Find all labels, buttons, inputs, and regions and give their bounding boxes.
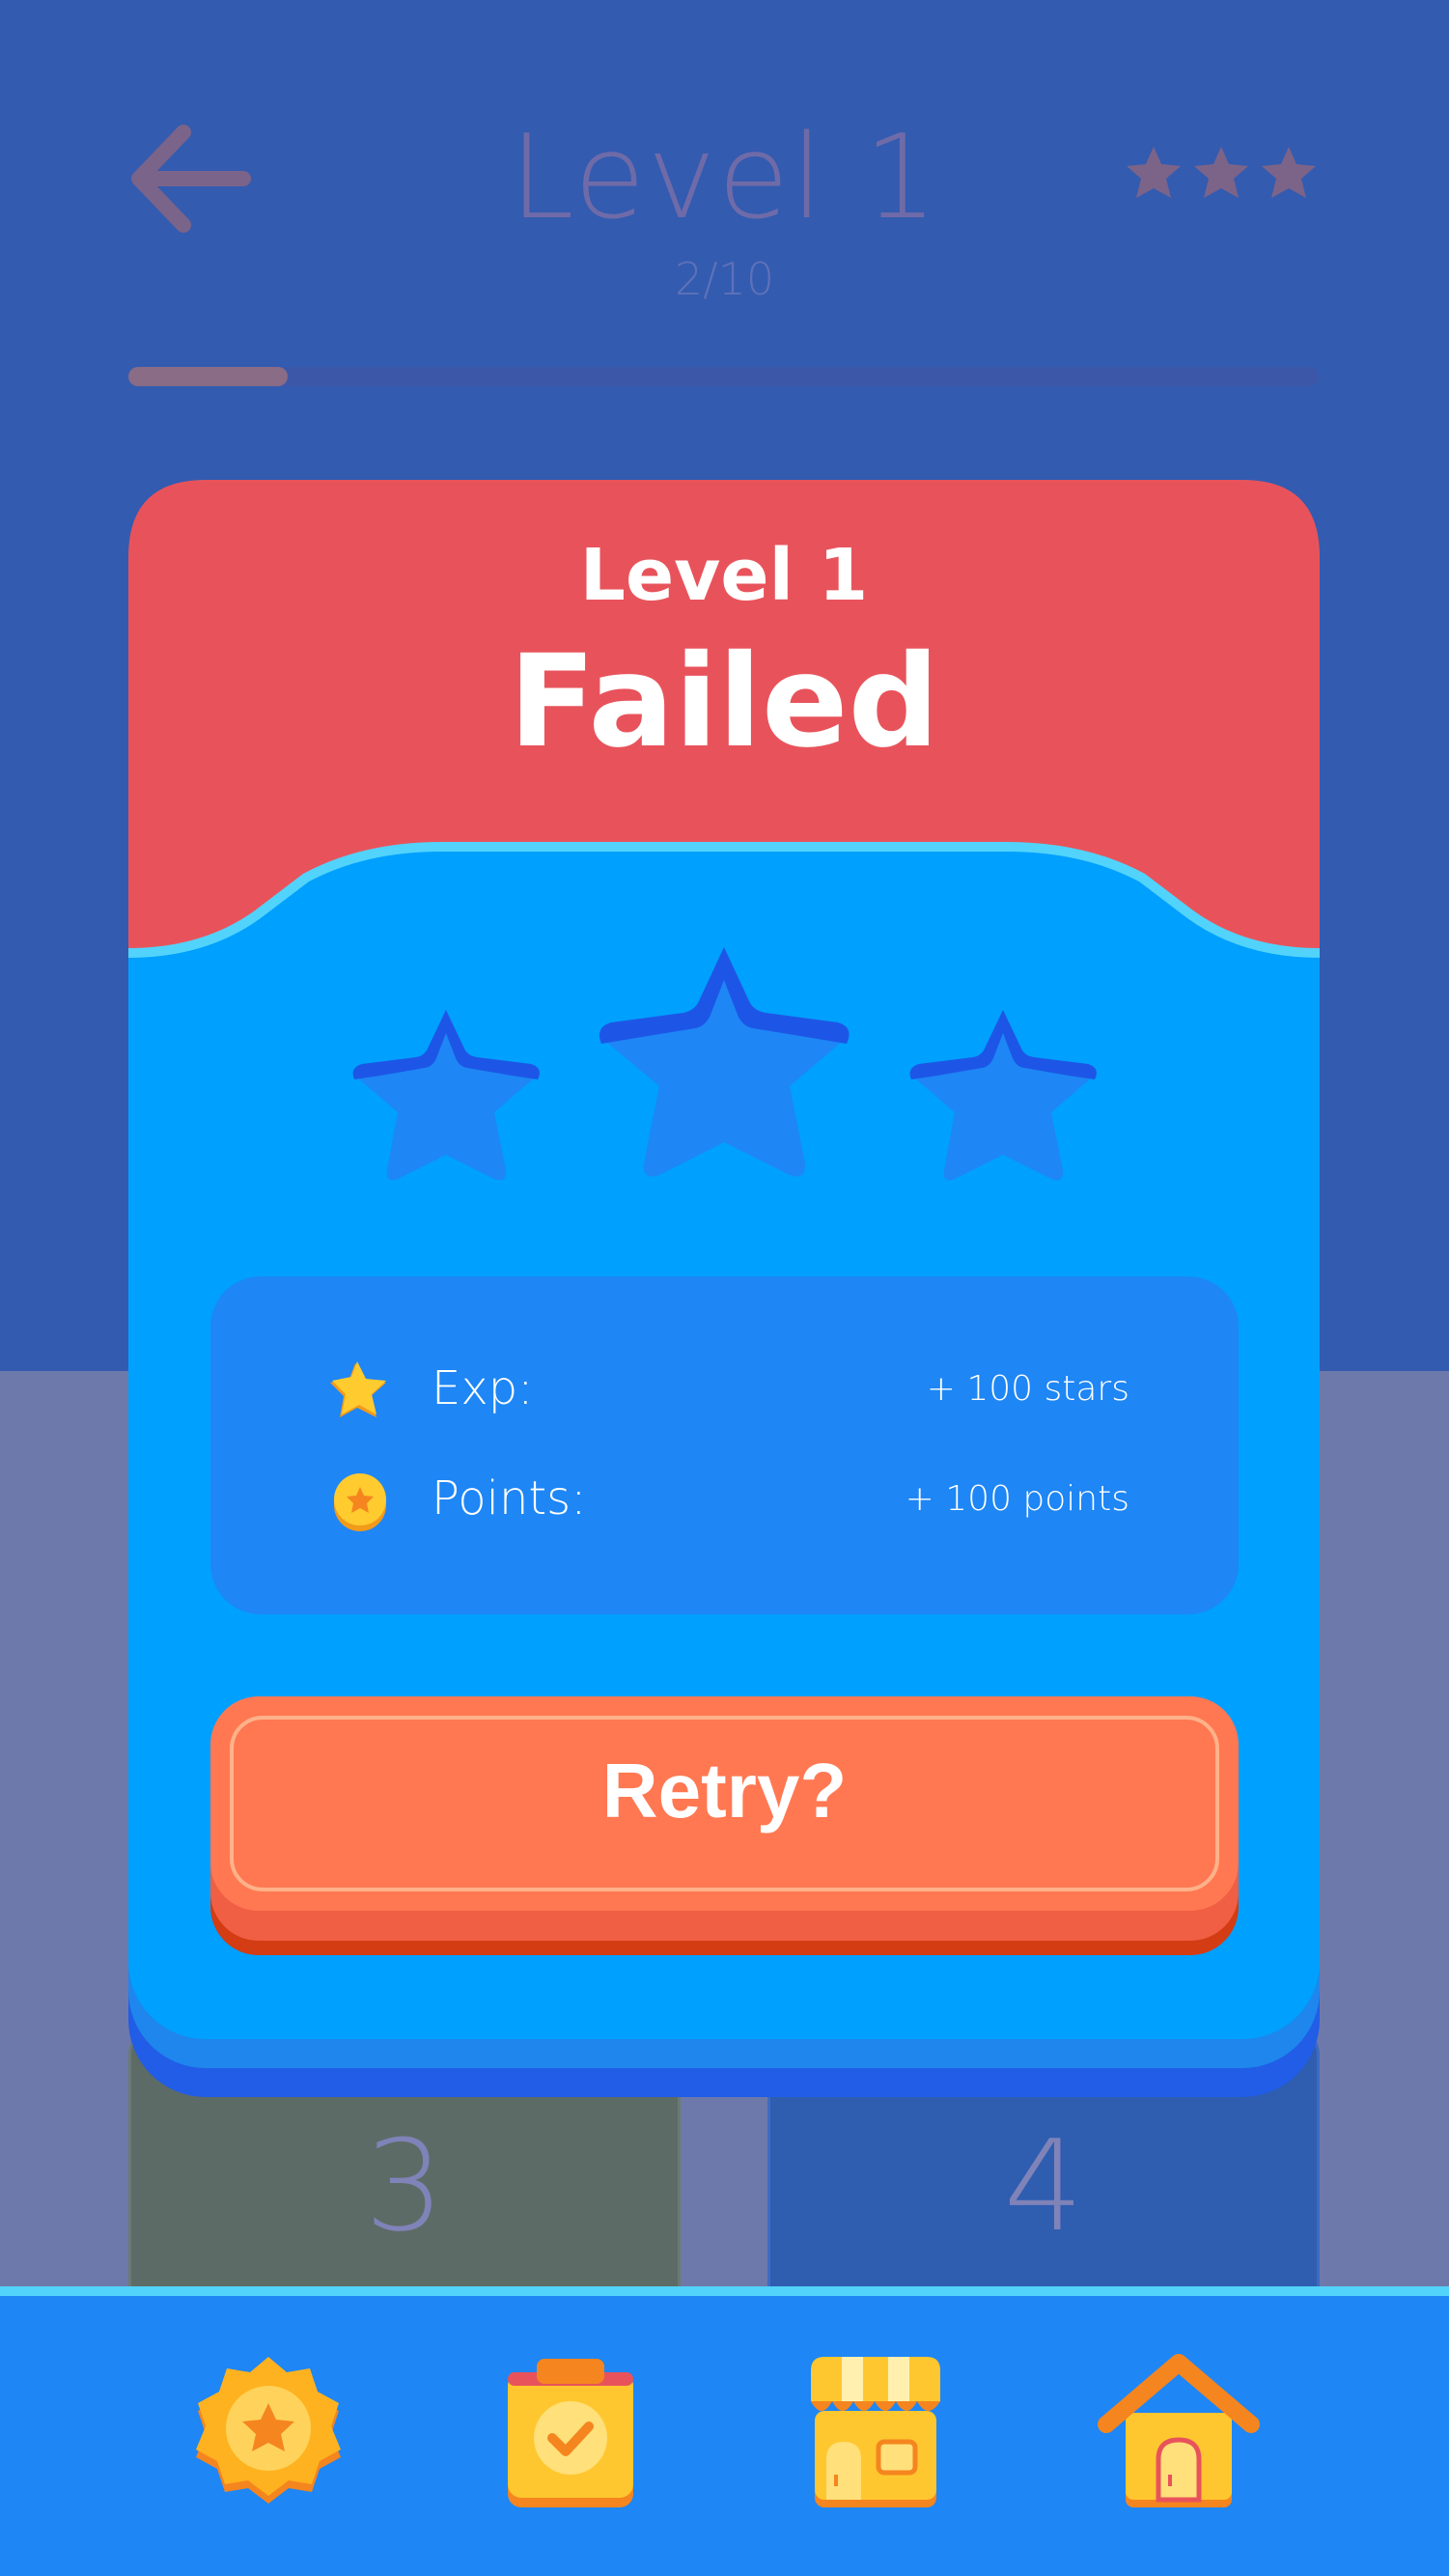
level-stars xyxy=(1127,147,1316,198)
retry-button-label: Retry? xyxy=(601,1748,848,1834)
reward-value: + 100 stars xyxy=(926,1369,1129,1409)
star-icon xyxy=(1127,147,1181,198)
home-icon[interactable] xyxy=(1097,2351,1261,2515)
tile-number: 4 xyxy=(1003,2113,1084,2259)
rewards-panel xyxy=(210,1276,1239,1614)
badge-star-icon[interactable] xyxy=(186,2351,350,2515)
clipboard-check-icon[interactable] xyxy=(488,2351,653,2515)
reward-value: + 100 points xyxy=(905,1479,1129,1519)
reward-label: Points: xyxy=(432,1471,587,1526)
tile-number: 3 xyxy=(364,2113,445,2259)
retry-button[interactable]: Retry? xyxy=(210,1696,1239,1911)
modal-status-label: Failed xyxy=(508,628,939,776)
reward-row-exp: Exp: + 100 stars xyxy=(328,1359,1129,1427)
reward-label: Exp: xyxy=(432,1361,534,1415)
modal-level-label: Level 1 xyxy=(579,534,869,617)
empty-star-icon xyxy=(599,947,850,1177)
star-icon xyxy=(1262,147,1316,198)
level-progress-track xyxy=(128,367,1319,386)
coin-icon xyxy=(334,1473,386,1531)
level-progress-fill xyxy=(128,367,288,386)
empty-star-icon xyxy=(909,1010,1097,1181)
empty-star-icon xyxy=(352,1010,540,1181)
level-progress-text: 2/10 xyxy=(674,253,775,305)
star-icon xyxy=(330,1361,386,1417)
star-icon xyxy=(1194,147,1248,198)
shop-icon[interactable] xyxy=(794,2351,958,2515)
reward-row-points: Points: + 100 points xyxy=(328,1470,1129,1537)
